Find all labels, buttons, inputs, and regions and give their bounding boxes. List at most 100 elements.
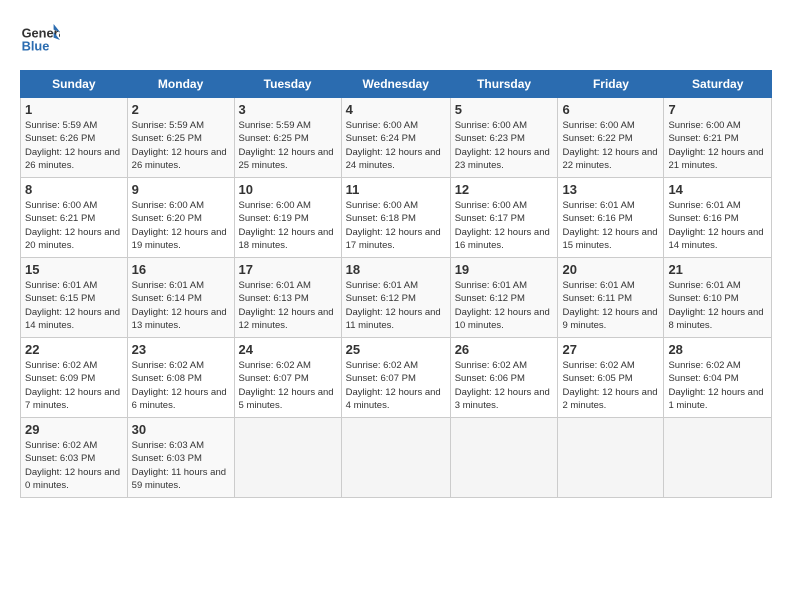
day-detail: Sunrise: 6:02 AMSunset: 6:05 PMDaylight:… [562, 360, 657, 411]
day-number: 8 [25, 182, 123, 197]
day-header-monday: Monday [127, 71, 234, 98]
day-detail: Sunrise: 6:01 AMSunset: 6:11 PMDaylight:… [562, 280, 657, 331]
calendar-cell: 17 Sunrise: 6:01 AMSunset: 6:13 PMDaylig… [234, 258, 341, 338]
calendar-header-row: SundayMondayTuesdayWednesdayThursdayFrid… [21, 71, 772, 98]
calendar-cell: 6 Sunrise: 6:00 AMSunset: 6:22 PMDayligh… [558, 98, 664, 178]
header: General Blue [20, 20, 772, 60]
logo: General Blue [20, 20, 65, 60]
day-detail: Sunrise: 6:00 AMSunset: 6:19 PMDaylight:… [239, 200, 334, 251]
day-detail: Sunrise: 5:59 AMSunset: 6:25 PMDaylight:… [239, 120, 334, 171]
day-detail: Sunrise: 6:00 AMSunset: 6:20 PMDaylight:… [132, 200, 227, 251]
day-detail: Sunrise: 6:02 AMSunset: 6:07 PMDaylight:… [346, 360, 441, 411]
calendar-cell: 5 Sunrise: 6:00 AMSunset: 6:23 PMDayligh… [450, 98, 558, 178]
calendar-cell: 2 Sunrise: 5:59 AMSunset: 6:25 PMDayligh… [127, 98, 234, 178]
calendar-cell: 25 Sunrise: 6:02 AMSunset: 6:07 PMDaylig… [341, 338, 450, 418]
day-detail: Sunrise: 6:00 AMSunset: 6:21 PMDaylight:… [25, 200, 120, 251]
day-header-sunday: Sunday [21, 71, 128, 98]
day-detail: Sunrise: 6:01 AMSunset: 6:10 PMDaylight:… [668, 280, 763, 331]
day-number: 21 [668, 262, 767, 277]
calendar-cell: 23 Sunrise: 6:02 AMSunset: 6:08 PMDaylig… [127, 338, 234, 418]
calendar-cell: 27 Sunrise: 6:02 AMSunset: 6:05 PMDaylig… [558, 338, 664, 418]
day-number: 13 [562, 182, 659, 197]
calendar-cell: 21 Sunrise: 6:01 AMSunset: 6:10 PMDaylig… [664, 258, 772, 338]
calendar-cell: 28 Sunrise: 6:02 AMSunset: 6:04 PMDaylig… [664, 338, 772, 418]
day-detail: Sunrise: 5:59 AMSunset: 6:26 PMDaylight:… [25, 120, 120, 171]
calendar-week-row: 15 Sunrise: 6:01 AMSunset: 6:15 PMDaylig… [21, 258, 772, 338]
calendar-cell: 20 Sunrise: 6:01 AMSunset: 6:11 PMDaylig… [558, 258, 664, 338]
day-header-wednesday: Wednesday [341, 71, 450, 98]
calendar-week-row: 1 Sunrise: 5:59 AMSunset: 6:26 PMDayligh… [21, 98, 772, 178]
calendar-table: SundayMondayTuesdayWednesdayThursdayFrid… [20, 70, 772, 498]
day-number: 1 [25, 102, 123, 117]
day-number: 30 [132, 422, 230, 437]
day-detail: Sunrise: 6:02 AMSunset: 6:06 PMDaylight:… [455, 360, 550, 411]
day-number: 22 [25, 342, 123, 357]
day-number: 11 [346, 182, 446, 197]
calendar-body: 1 Sunrise: 5:59 AMSunset: 6:26 PMDayligh… [21, 98, 772, 498]
day-detail: Sunrise: 6:00 AMSunset: 6:22 PMDaylight:… [562, 120, 657, 171]
day-header-tuesday: Tuesday [234, 71, 341, 98]
calendar-cell: 12 Sunrise: 6:00 AMSunset: 6:17 PMDaylig… [450, 178, 558, 258]
calendar-week-row: 29 Sunrise: 6:02 AMSunset: 6:03 PMDaylig… [21, 418, 772, 498]
day-detail: Sunrise: 6:01 AMSunset: 6:12 PMDaylight:… [346, 280, 441, 331]
day-number: 6 [562, 102, 659, 117]
day-detail: Sunrise: 6:03 AMSunset: 6:03 PMDaylight:… [132, 440, 226, 491]
calendar-cell: 30 Sunrise: 6:03 AMSunset: 6:03 PMDaylig… [127, 418, 234, 498]
day-number: 2 [132, 102, 230, 117]
day-header-saturday: Saturday [664, 71, 772, 98]
day-number: 12 [455, 182, 554, 197]
day-detail: Sunrise: 6:00 AMSunset: 6:18 PMDaylight:… [346, 200, 441, 251]
day-detail: Sunrise: 5:59 AMSunset: 6:25 PMDaylight:… [132, 120, 227, 171]
calendar-cell [558, 418, 664, 498]
calendar-cell: 16 Sunrise: 6:01 AMSunset: 6:14 PMDaylig… [127, 258, 234, 338]
day-detail: Sunrise: 6:01 AMSunset: 6:15 PMDaylight:… [25, 280, 120, 331]
day-number: 10 [239, 182, 337, 197]
day-header-thursday: Thursday [450, 71, 558, 98]
day-number: 28 [668, 342, 767, 357]
svg-text:Blue: Blue [22, 38, 50, 53]
day-detail: Sunrise: 6:02 AMSunset: 6:04 PMDaylight:… [668, 360, 763, 411]
calendar-cell: 26 Sunrise: 6:02 AMSunset: 6:06 PMDaylig… [450, 338, 558, 418]
day-number: 7 [668, 102, 767, 117]
day-number: 24 [239, 342, 337, 357]
day-number: 19 [455, 262, 554, 277]
calendar-cell: 10 Sunrise: 6:00 AMSunset: 6:19 PMDaylig… [234, 178, 341, 258]
day-number: 27 [562, 342, 659, 357]
calendar-cell: 19 Sunrise: 6:01 AMSunset: 6:12 PMDaylig… [450, 258, 558, 338]
calendar-cell: 4 Sunrise: 6:00 AMSunset: 6:24 PMDayligh… [341, 98, 450, 178]
calendar-cell: 7 Sunrise: 6:00 AMSunset: 6:21 PMDayligh… [664, 98, 772, 178]
day-detail: Sunrise: 6:02 AMSunset: 6:03 PMDaylight:… [25, 440, 120, 491]
day-number: 14 [668, 182, 767, 197]
calendar-cell: 1 Sunrise: 5:59 AMSunset: 6:26 PMDayligh… [21, 98, 128, 178]
calendar-cell: 14 Sunrise: 6:01 AMSunset: 6:16 PMDaylig… [664, 178, 772, 258]
calendar-cell: 13 Sunrise: 6:01 AMSunset: 6:16 PMDaylig… [558, 178, 664, 258]
day-detail: Sunrise: 6:00 AMSunset: 6:23 PMDaylight:… [455, 120, 550, 171]
day-detail: Sunrise: 6:01 AMSunset: 6:16 PMDaylight:… [562, 200, 657, 251]
calendar-cell: 11 Sunrise: 6:00 AMSunset: 6:18 PMDaylig… [341, 178, 450, 258]
day-number: 3 [239, 102, 337, 117]
day-detail: Sunrise: 6:00 AMSunset: 6:24 PMDaylight:… [346, 120, 441, 171]
calendar-cell [664, 418, 772, 498]
day-number: 18 [346, 262, 446, 277]
calendar-cell: 22 Sunrise: 6:02 AMSunset: 6:09 PMDaylig… [21, 338, 128, 418]
day-number: 29 [25, 422, 123, 437]
day-header-friday: Friday [558, 71, 664, 98]
day-detail: Sunrise: 6:01 AMSunset: 6:16 PMDaylight:… [668, 200, 763, 251]
calendar-cell: 24 Sunrise: 6:02 AMSunset: 6:07 PMDaylig… [234, 338, 341, 418]
day-detail: Sunrise: 6:00 AMSunset: 6:21 PMDaylight:… [668, 120, 763, 171]
day-number: 20 [562, 262, 659, 277]
day-number: 26 [455, 342, 554, 357]
day-number: 25 [346, 342, 446, 357]
day-number: 9 [132, 182, 230, 197]
day-detail: Sunrise: 6:02 AMSunset: 6:07 PMDaylight:… [239, 360, 334, 411]
logo-icon: General Blue [20, 20, 60, 60]
day-number: 23 [132, 342, 230, 357]
calendar-cell: 18 Sunrise: 6:01 AMSunset: 6:12 PMDaylig… [341, 258, 450, 338]
day-number: 17 [239, 262, 337, 277]
calendar-cell [450, 418, 558, 498]
calendar-cell: 29 Sunrise: 6:02 AMSunset: 6:03 PMDaylig… [21, 418, 128, 498]
calendar-cell: 8 Sunrise: 6:00 AMSunset: 6:21 PMDayligh… [21, 178, 128, 258]
calendar-week-row: 22 Sunrise: 6:02 AMSunset: 6:09 PMDaylig… [21, 338, 772, 418]
day-number: 15 [25, 262, 123, 277]
calendar-cell [234, 418, 341, 498]
